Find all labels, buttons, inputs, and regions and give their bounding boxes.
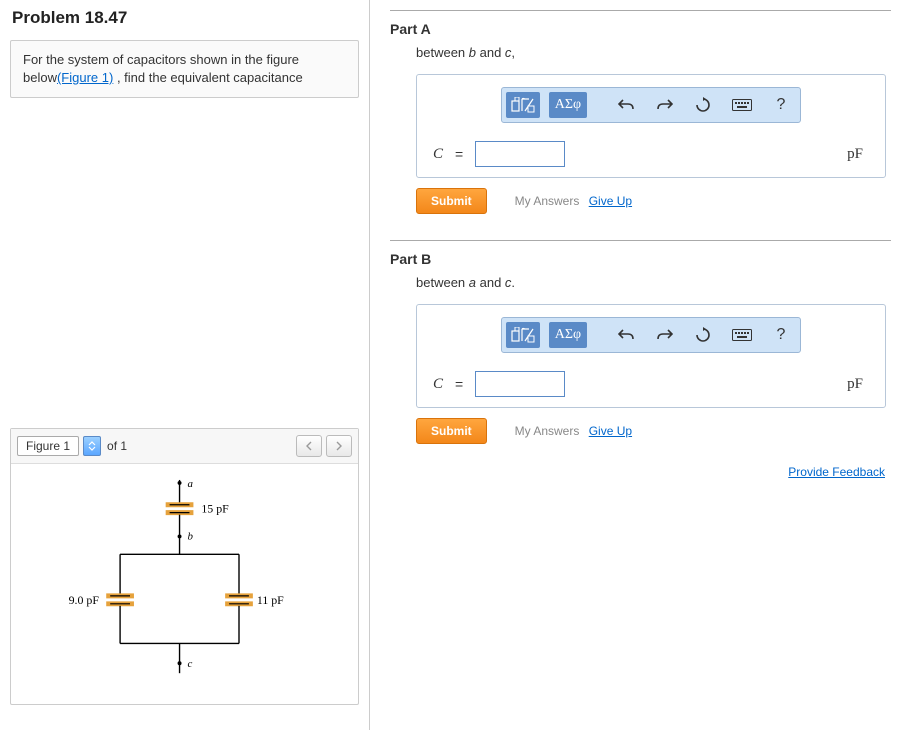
redo-button[interactable] — [650, 322, 680, 348]
prompt-text-post: , find the equivalent capacitance — [113, 70, 302, 85]
equals-label: = — [455, 376, 463, 392]
give-up-link[interactable]: Give Up — [589, 194, 632, 208]
prompt-box: For the system of capacitors shown in th… — [10, 40, 359, 98]
part-a-and: and — [476, 45, 505, 60]
divider — [390, 10, 891, 11]
chevron-right-icon — [335, 441, 343, 451]
svg-text:11 pF: 11 pF — [257, 593, 284, 607]
template-icon — [511, 97, 535, 113]
redo-icon — [657, 98, 673, 112]
variable-label: C — [433, 146, 443, 163]
redo-button[interactable] — [650, 92, 680, 118]
part-a-submit-row: Submit My Answers Give Up — [416, 188, 891, 214]
part-a-toolbar: ΑΣφ ? — [501, 87, 801, 123]
give-up-link[interactable]: Give Up — [589, 424, 632, 438]
reset-icon — [695, 327, 711, 343]
svg-text:a: a — [187, 478, 193, 490]
svg-text:b: b — [187, 531, 193, 543]
my-answers-label: My Answers — [515, 424, 580, 438]
feedback-row: Provide Feedback — [390, 464, 885, 479]
part-b-prompt: between a and c. — [416, 275, 891, 290]
greek-button[interactable]: ΑΣφ — [549, 92, 587, 118]
svg-text:9.0 pF: 9.0 pF — [69, 593, 100, 607]
part-a-submit-button[interactable]: Submit — [416, 188, 487, 214]
figure-panel: Figure 1 of 1 a — [10, 428, 359, 705]
unit-label: pF — [847, 376, 869, 393]
chevron-left-icon — [305, 441, 313, 451]
part-b-answer-input[interactable] — [475, 371, 565, 397]
problem-title: Problem 18.47 — [12, 8, 359, 28]
help-button[interactable]: ? — [766, 322, 796, 348]
greek-button[interactable]: ΑΣφ — [549, 322, 587, 348]
part-a-prompt: between b and c, — [416, 45, 891, 60]
figure-prev-button[interactable] — [296, 435, 322, 457]
part-a-answer-input[interactable] — [475, 141, 565, 167]
chevron-updown-icon — [88, 441, 96, 451]
figure-toolbar: Figure 1 of 1 — [11, 429, 358, 464]
keyboard-button[interactable] — [727, 92, 757, 118]
equals-label: = — [455, 146, 463, 162]
variable-label: C — [433, 376, 443, 393]
template-button[interactable] — [506, 322, 540, 348]
undo-button[interactable] — [611, 92, 641, 118]
figure-link[interactable]: (Figure 1) — [57, 70, 113, 85]
part-a-answer-box: ΑΣφ ? C = pF — [416, 74, 886, 178]
redo-icon — [657, 328, 673, 342]
undo-icon — [618, 328, 634, 342]
figure-label: Figure 1 — [17, 436, 79, 456]
svg-text:c: c — [187, 659, 192, 671]
figure-page-of: of 1 — [105, 439, 127, 453]
part-b-toolbar: ΑΣφ ? — [501, 317, 801, 353]
part-a-sep: , — [511, 45, 515, 60]
part-b-answer-box: ΑΣφ ? C = pF — [416, 304, 886, 408]
provide-feedback-link[interactable]: Provide Feedback — [788, 465, 885, 479]
circuit-diagram: a 15 pF b — [21, 474, 348, 694]
keyboard-icon — [732, 329, 752, 341]
keyboard-icon — [732, 99, 752, 111]
reset-button[interactable] — [688, 92, 718, 118]
figure-page-select[interactable] — [83, 436, 101, 456]
my-answers-label: My Answers — [515, 194, 580, 208]
part-b-and: and — [476, 275, 505, 290]
part-b-sep: . — [511, 275, 515, 290]
reset-icon — [695, 97, 711, 113]
template-icon — [511, 327, 535, 343]
help-button[interactable]: ? — [766, 92, 796, 118]
answers-links: My Answers Give Up — [515, 194, 632, 208]
left-column: Problem 18.47 For the system of capacito… — [0, 0, 370, 730]
undo-icon — [618, 98, 634, 112]
undo-button[interactable] — [611, 322, 641, 348]
unit-label: pF — [847, 146, 869, 163]
part-b-answer-row: C = pF — [427, 371, 875, 397]
figure-next-button[interactable] — [326, 435, 352, 457]
part-b-pre: between — [416, 275, 469, 290]
answers-links: My Answers Give Up — [515, 424, 632, 438]
part-a-pre: between — [416, 45, 469, 60]
part-b-submit-button[interactable]: Submit — [416, 418, 487, 444]
keyboard-button[interactable] — [727, 322, 757, 348]
part-a-title: Part A — [390, 21, 891, 37]
part-b-title: Part B — [390, 251, 891, 267]
part-a-node1: b — [469, 45, 476, 60]
template-button[interactable] — [506, 92, 540, 118]
part-b-node1: a — [469, 275, 476, 290]
right-column: Part A between b and c, ΑΣφ — [370, 0, 901, 730]
part-b-submit-row: Submit My Answers Give Up — [416, 418, 891, 444]
part-a-answer-row: C = pF — [427, 141, 875, 167]
divider — [390, 240, 891, 241]
svg-text:15 pF: 15 pF — [201, 502, 229, 516]
reset-button[interactable] — [688, 322, 718, 348]
